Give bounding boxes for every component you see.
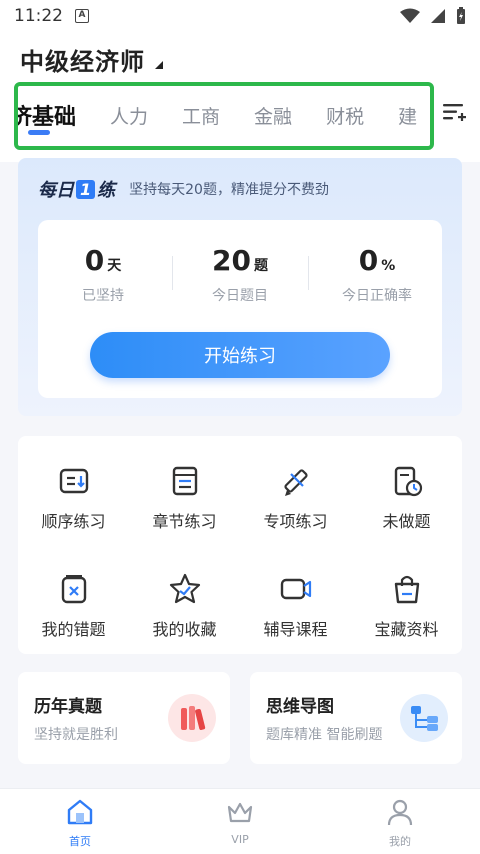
status-bar: 11:22 A bbox=[0, 0, 480, 32]
past-exams-card[interactable]: 历年真题 坚持就是胜利 bbox=[18, 672, 230, 764]
notification-a-icon: A bbox=[75, 9, 89, 23]
grid-item-wrong[interactable]: 我的错题 bbox=[18, 548, 129, 648]
grid-item-materials[interactable]: 宝藏资料 bbox=[351, 548, 462, 648]
nav-vip[interactable]: VIP bbox=[200, 797, 280, 846]
page-title: 中级经济师 bbox=[20, 48, 145, 76]
mind-map-card[interactable]: 思维导图 题库精准 智能刷题 bbox=[250, 672, 462, 764]
stat-divider bbox=[308, 256, 309, 290]
start-practice-button[interactable]: 开始练习 bbox=[90, 332, 390, 378]
grid-item-undone[interactable]: 未做题 bbox=[351, 440, 462, 540]
tab-jinrong[interactable]: 金融 bbox=[254, 102, 292, 129]
list-icon bbox=[59, 468, 88, 494]
grid-item-courses[interactable]: 辅导课程 bbox=[240, 548, 351, 648]
bag-icon bbox=[394, 575, 419, 604]
bottom-nav: 首页 VIP 我的 bbox=[0, 788, 480, 854]
home-icon bbox=[67, 799, 93, 825]
status-time: 11:22 bbox=[14, 6, 63, 26]
stats-panel: 0天 已坚持 20 题 今日题目 0% 今日正确率 开始练习 bbox=[38, 220, 442, 398]
crown-icon bbox=[227, 802, 253, 823]
tab-menu-icon[interactable] bbox=[440, 98, 468, 126]
feature-grid: 顺序练习 章节练习 专项练习 未做题 我的错题 我的收藏 辅导课程 宝藏资料 bbox=[18, 436, 462, 654]
pencil-ruler-icon bbox=[283, 469, 308, 496]
book-icon bbox=[172, 466, 197, 496]
mind-map-icon bbox=[400, 694, 448, 742]
daily-slogan: 坚持每天20题，精准提分不费劲 bbox=[129, 182, 329, 198]
grid-item-chapter[interactable]: 章节练习 bbox=[129, 440, 240, 540]
grid-item-favorites[interactable]: 我的收藏 bbox=[129, 548, 240, 648]
user-icon bbox=[387, 799, 413, 826]
stat-days: 0天 已坚持 bbox=[82, 244, 124, 304]
header: 中级经济师 济基础 人力 工商 金融 财税 建 bbox=[0, 32, 480, 162]
stat-divider bbox=[172, 256, 173, 290]
tab-jianzhu[interactable]: 建 bbox=[398, 102, 417, 129]
stat-accuracy: 0% 今日正确率 bbox=[342, 244, 412, 304]
stat-questions: 20 题 今日题目 bbox=[212, 244, 268, 304]
grid-item-sequential[interactable]: 顺序练习 bbox=[18, 440, 129, 540]
card-subtitle: 题库精准 智能刷题 bbox=[266, 727, 383, 743]
daily-practice-logo: 每日 1 练 bbox=[38, 179, 116, 201]
books-icon bbox=[168, 694, 216, 742]
tab-caishui[interactable]: 财税 bbox=[326, 102, 364, 129]
daily-practice-card: 每日 1 练 坚持每天20题，精准提分不费劲 0天 已坚持 20 题 今日题目 0% … bbox=[18, 158, 462, 416]
grid-item-special[interactable]: 专项练习 bbox=[240, 440, 351, 540]
battery-icon bbox=[457, 7, 465, 24]
clock-doc-icon bbox=[394, 466, 422, 497]
card-subtitle: 坚持就是胜利 bbox=[34, 727, 118, 743]
caret-down-icon bbox=[155, 60, 163, 69]
card-title: 历年真题 bbox=[34, 697, 102, 717]
tab-renli[interactable]: 人力 bbox=[110, 102, 148, 129]
star-icon bbox=[169, 573, 200, 604]
nav-profile[interactable]: 我的 bbox=[360, 797, 440, 849]
wifi-icon bbox=[400, 8, 420, 23]
active-tab-indicator bbox=[28, 130, 50, 135]
nav-home[interactable]: 首页 bbox=[40, 797, 120, 849]
wrong-doc-icon bbox=[61, 575, 86, 604]
tab-gongshang[interactable]: 工商 bbox=[182, 102, 220, 129]
tab-jingji-jichu[interactable]: 济基础 bbox=[18, 99, 76, 131]
signal-icon bbox=[431, 9, 445, 23]
exam-selector[interactable]: 中级经济师 bbox=[20, 42, 163, 77]
video-icon bbox=[280, 578, 311, 600]
subject-tab-strip: 济基础 人力 工商 金融 财税 建 bbox=[14, 82, 434, 150]
card-title: 思维导图 bbox=[266, 697, 334, 717]
